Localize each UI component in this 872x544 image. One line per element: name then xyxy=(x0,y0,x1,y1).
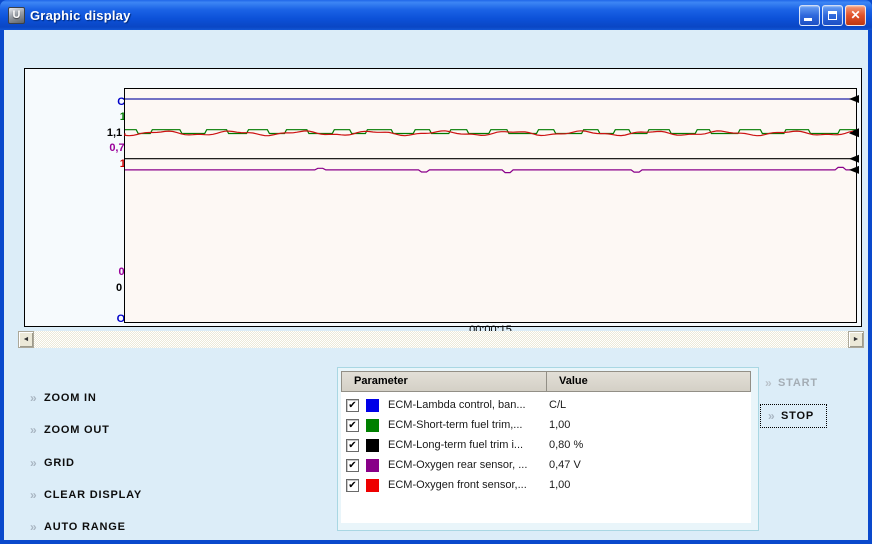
parameter-table-panel: Parameter Value ✔ ECM-Lambda control, ban… xyxy=(337,367,759,531)
stop-button[interactable]: » STOP xyxy=(760,404,827,428)
row-checkbox[interactable]: ✔ xyxy=(346,419,359,432)
maximize-button[interactable] xyxy=(822,5,843,26)
left-menu: »ZOOM IN»ZOOM OUT»GRID»CLEAR DISPLAY»AUT… xyxy=(30,382,142,543)
menu-item-label: CLEAR DISPLAY xyxy=(44,489,142,501)
table-header-row: Parameter Value xyxy=(341,371,751,392)
axis-label: 0,7 V xyxy=(45,141,135,156)
axis-label: 1,1 % xyxy=(45,126,135,141)
scroll-left-icon: ◄ xyxy=(23,336,30,343)
row-checkbox[interactable]: ✔ xyxy=(346,399,359,412)
plot-area[interactable] xyxy=(124,88,857,323)
parameter-value: 0,47 V xyxy=(549,459,581,471)
y-axis-bottom-labels: 00 V0 %0O/L xyxy=(45,250,135,327)
parameter-value: C/L xyxy=(549,399,566,411)
menu-item-label: ZOOM IN xyxy=(44,392,97,404)
column-header-parameter[interactable]: Parameter xyxy=(342,372,547,391)
axis-label: 0 xyxy=(45,250,135,265)
chevron-icon: » xyxy=(30,520,44,534)
scroll-left-button[interactable]: ◄ xyxy=(18,331,34,348)
menu-item-grid[interactable]: »GRID xyxy=(30,447,142,479)
row-checkbox[interactable]: ✔ xyxy=(346,479,359,492)
chevron-icon: » xyxy=(768,409,781,423)
y-axis-top-labels: C/L1,21,1 %0,7 V1,2 xyxy=(45,95,135,172)
client-area: C/L1,21,1 %0,7 V1,2 00 V0 %0O/L 00:00:15… xyxy=(4,30,868,540)
parameter-name: ECM-Lambda control, ban... xyxy=(388,399,549,411)
title-bar[interactable]: U Graphic display ✕ xyxy=(0,0,872,30)
window-controls: ✕ xyxy=(799,5,866,26)
app-icon: U xyxy=(8,7,25,24)
parameter-name: ECM-Long-term fuel trim i... xyxy=(388,439,549,451)
axis-label: 1,2 xyxy=(45,157,135,172)
axis-label: 0 % xyxy=(45,281,135,296)
horizontal-scrollbar[interactable]: ◄ ► xyxy=(18,331,864,348)
parameter-value: 1,00 xyxy=(549,479,570,491)
scroll-right-button[interactable]: ► xyxy=(848,331,864,348)
minimize-button[interactable] xyxy=(799,5,820,26)
parameter-name: ECM-Oxygen front sensor,... xyxy=(388,479,549,491)
scrollbar-track[interactable] xyxy=(34,331,848,348)
series-color-swatch xyxy=(366,419,379,432)
table-row[interactable]: ✔ ECM-Short-term fuel trim,...1,00 xyxy=(341,415,751,435)
scroll-right-icon: ► xyxy=(853,336,860,343)
chevron-icon: » xyxy=(30,391,44,405)
table-row[interactable]: ✔ ECM-Long-term fuel trim i...0,80 % xyxy=(341,435,751,455)
series-color-swatch xyxy=(366,479,379,492)
menu-item-label: GRID xyxy=(44,457,75,469)
chevron-icon: » xyxy=(30,488,44,502)
close-icon: ✕ xyxy=(850,8,860,22)
table-row[interactable]: ✔ ECM-Oxygen rear sensor, ...0,47 V xyxy=(341,455,751,475)
maximize-icon xyxy=(828,11,837,20)
app-icon-letter: U xyxy=(13,9,21,21)
axis-label: C/L xyxy=(45,95,135,110)
menu-item-label: ZOOM OUT xyxy=(44,424,110,436)
menu-item-label: AUTO RANGE xyxy=(44,521,126,533)
series-color-swatch xyxy=(366,439,379,452)
plot-svg xyxy=(125,89,856,322)
chart-panel: C/L1,21,1 %0,7 V1,2 00 V0 %0O/L 00:00:15 xyxy=(24,68,862,327)
start-button-label: START xyxy=(778,377,818,389)
parameter-name: ECM-Oxygen rear sensor, ... xyxy=(388,459,549,471)
menu-item-clear-display[interactable]: »CLEAR DISPLAY xyxy=(30,479,142,511)
graphic-display-window: U Graphic display ✕ C/L1,21,1 %0,7 V1,2 … xyxy=(0,0,872,544)
series-color-swatch xyxy=(366,399,379,412)
menu-item-zoom-in[interactable]: »ZOOM IN xyxy=(30,382,142,414)
column-header-value[interactable]: Value xyxy=(547,372,750,391)
row-checkbox[interactable]: ✔ xyxy=(346,459,359,472)
start-button[interactable]: » START xyxy=(765,376,818,390)
axis-label: 0 V xyxy=(45,265,135,280)
chevron-icon: » xyxy=(765,376,778,390)
parameter-value: 0,80 % xyxy=(549,439,583,451)
row-checkbox[interactable]: ✔ xyxy=(346,439,359,452)
series-color-swatch xyxy=(366,459,379,472)
menu-item-auto-range[interactable]: »AUTO RANGE xyxy=(30,511,142,543)
axis-label: 0 xyxy=(45,296,135,311)
table-row[interactable]: ✔ ECM-Lambda control, ban...C/L xyxy=(341,395,751,415)
chevron-icon: » xyxy=(30,423,44,437)
axis-label: O/L xyxy=(45,312,135,327)
chevron-icon: » xyxy=(30,456,44,470)
parameter-name: ECM-Short-term fuel trim,... xyxy=(388,419,549,431)
minimize-icon xyxy=(804,18,812,21)
close-window-button[interactable]: ✕ xyxy=(845,5,866,26)
menu-item-zoom-out[interactable]: »ZOOM OUT xyxy=(30,414,142,446)
parameter-value: 1,00 xyxy=(549,419,570,431)
table-rows: ✔ ECM-Lambda control, ban...C/L ✔ ECM-Short… xyxy=(341,392,751,523)
window-title: Graphic display xyxy=(30,8,131,23)
axis-label: 1,2 xyxy=(45,110,135,125)
stop-button-label: STOP xyxy=(781,410,814,422)
table-row[interactable]: ✔ ECM-Oxygen front sensor,...1,00 xyxy=(341,475,751,495)
